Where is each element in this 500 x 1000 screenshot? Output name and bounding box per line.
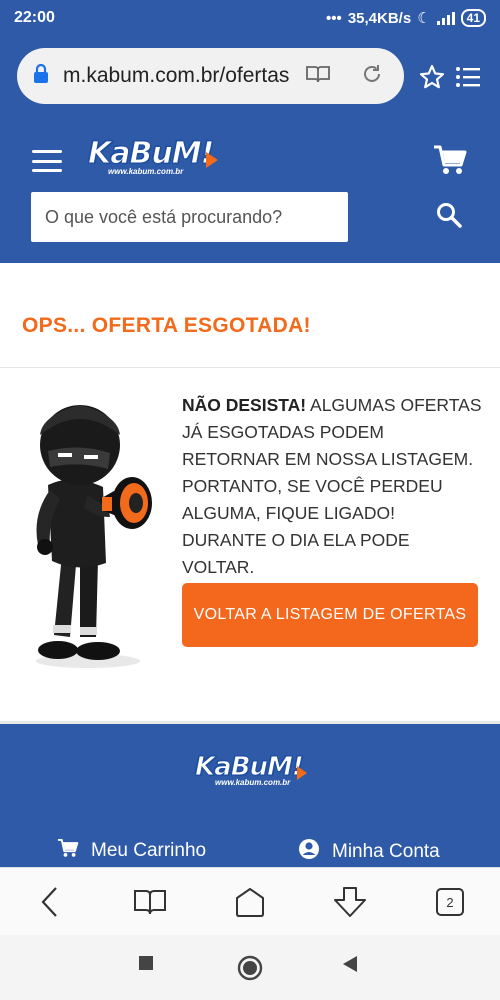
address-bar[interactable]: m.kabum.com.br/ofertas (17, 48, 404, 104)
footer-kabum-logo[interactable]: KaBuM! www.kabum.com.br (195, 752, 307, 796)
back-triangle-icon[interactable] (342, 955, 358, 978)
account-circle-icon (298, 838, 320, 866)
network-speed: 35,4KB/s (347, 9, 412, 27)
bookmarks-book-icon[interactable] (132, 884, 168, 920)
out-of-stock-message: NÃO DESISTA! ALGUMAS OFERTAS JÁ ESGOTADA… (182, 392, 482, 581)
do-not-disturb-icon: ☾ (417, 10, 431, 27)
android-nav-bar (0, 935, 500, 1000)
status-time: 22:00 (14, 9, 55, 26)
site-footer: KaBuM! www.kabum.com.br Meu Carrinho Min… (0, 721, 500, 867)
message-bold: NÃO DESISTA! (182, 395, 307, 415)
back-icon[interactable] (32, 884, 68, 920)
my-account-link[interactable]: Minha Conta (298, 838, 440, 866)
search-input[interactable] (31, 192, 348, 242)
browser-menu-icon[interactable] (455, 66, 481, 93)
recents-square-icon[interactable] (138, 955, 154, 976)
url-text[interactable]: m.kabum.com.br/ofertas (63, 64, 293, 88)
cart-icon (57, 838, 79, 864)
home-circle-icon[interactable] (237, 955, 263, 986)
divider (0, 367, 500, 368)
site-header: KaBuM! www.kabum.com.br (0, 120, 500, 263)
network-speed-icon: ••• (326, 9, 342, 27)
menu-hamburger-icon[interactable] (32, 150, 62, 172)
signal-icon (436, 11, 455, 25)
browser-bottom-bar: 2 (0, 867, 500, 935)
reload-icon[interactable] (361, 63, 383, 90)
cart-icon[interactable] (433, 144, 467, 181)
search-icon[interactable] (436, 202, 462, 233)
my-cart-link[interactable]: Meu Carrinho (57, 838, 206, 864)
lock-icon (33, 63, 49, 89)
status-indicators: ••• 35,4KB/s ☾ 41 (326, 9, 486, 27)
browser-toolbar: m.kabum.com.br/ofertas (0, 36, 500, 120)
page-title: OPS... OFERTA ESGOTADA! (22, 314, 311, 337)
back-to-offers-button[interactable]: VOLTAR A LISTAGEM DE OFERTAS (182, 583, 478, 647)
logo-arrow-icon (206, 152, 218, 168)
battery-icon: 41 (460, 9, 486, 27)
status-bar: 22:00 ••• 35,4KB/s ☾ 41 (0, 0, 500, 36)
reader-mode-icon[interactable] (305, 64, 331, 89)
message-text: ALGUMAS OFERTAS JÁ ESGOTADAS PODEM RETOR… (182, 395, 482, 577)
my-cart-label: Meu Carrinho (91, 840, 207, 861)
kabum-logo[interactable]: KaBuM! www.kabum.com.br (87, 136, 218, 184)
footer-logo-arrow-icon (297, 766, 307, 780)
home-icon[interactable] (232, 884, 268, 920)
bookmark-star-icon[interactable] (419, 64, 445, 95)
download-icon[interactable] (332, 884, 368, 920)
my-account-label: Minha Conta (332, 841, 440, 862)
tab-count: 2 (436, 888, 464, 916)
logo-text: KaBuM! (87, 136, 214, 172)
tabs-button[interactable]: 2 (432, 884, 468, 920)
ninja-megaphone-illustration (18, 395, 168, 675)
